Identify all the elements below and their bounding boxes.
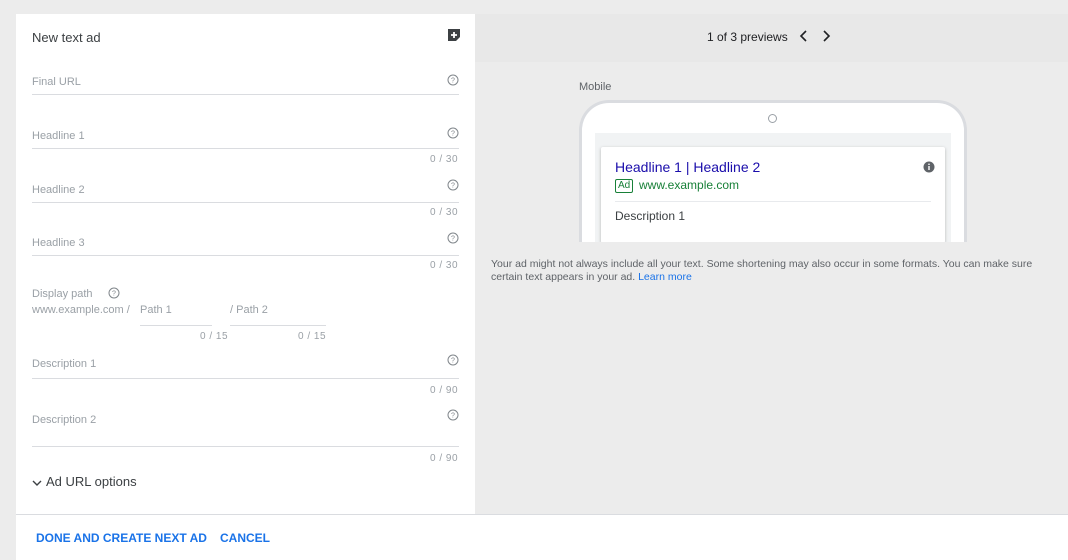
svg-text:?: ? [112, 291, 116, 298]
path2-counter: 0 / 15 [298, 331, 327, 342]
add-note-icon[interactable] [447, 28, 461, 42]
help-icon[interactable]: ? [447, 354, 459, 366]
description1-field[interactable]: Description 1 ? [32, 342, 459, 380]
ad-preview-description: Description 1 [615, 209, 686, 223]
headline2-underline [32, 202, 459, 203]
help-icon[interactable]: ? [447, 232, 459, 244]
phone-camera [768, 114, 777, 123]
svg-text:?: ? [451, 358, 455, 365]
description1-counter: 0 / 90 [430, 385, 459, 396]
phone-screen: Headline 1 | Headline 2 Ad www.example.c… [595, 133, 951, 242]
ad-preview-card: Headline 1 | Headline 2 Ad www.example.c… [601, 147, 945, 242]
final-url-underline [32, 94, 459, 95]
headline2-field[interactable]: Headline 2 ? [32, 176, 459, 204]
path1-input[interactable]: Path 1 [140, 302, 212, 326]
headline3-field[interactable]: Headline 3 ? [32, 229, 459, 257]
headline1-label: Headline 1 [32, 130, 85, 142]
ad-form-panel: New text ad Final URL ? Headline 1 ? 0 /… [16, 14, 475, 514]
headline3-counter: 0 / 30 [430, 260, 459, 271]
ad-url-options-toggle[interactable]: Ad URL options [32, 474, 137, 489]
headline1-counter: 0 / 30 [430, 154, 459, 165]
help-icon[interactable]: ? [447, 74, 459, 86]
chevron-down-icon [32, 480, 42, 486]
svg-text:?: ? [451, 183, 455, 190]
ad-divider [615, 201, 931, 202]
done-and-create-next-ad-button[interactable]: DONE AND CREATE NEXT AD [36, 531, 207, 545]
preview-panel: 1 of 3 previews Mobile Headline 1 | Head… [475, 14, 1068, 514]
svg-text:?: ? [451, 131, 455, 138]
ad-editor: New text ad Final URL ? Headline 1 ? 0 /… [16, 14, 1068, 560]
final-url-label: Final URL [32, 76, 81, 88]
path1-placeholder: Path 1 [140, 304, 172, 316]
ad-url-options-label: Ad URL options [46, 474, 137, 489]
headline3-label: Headline 3 [32, 237, 85, 249]
help-icon[interactable]: ? [447, 127, 459, 139]
description2-label: Description 2 [32, 414, 97, 426]
description1-label: Description 1 [32, 358, 97, 370]
path2-input[interactable]: / Path 2 [230, 302, 326, 326]
description1-underline [32, 378, 459, 379]
ad-preview-url: www.example.com [639, 178, 740, 192]
preview-disclaimer: Your ad might not always include all you… [491, 258, 1061, 284]
ad-preview-headline: Headline 1 | Headline 2 [615, 159, 761, 175]
display-path-label: Display path [32, 288, 93, 300]
help-icon[interactable]: ? [447, 409, 459, 421]
path1-counter: 0 / 15 [200, 331, 229, 342]
info-icon[interactable] [923, 161, 935, 173]
description2-underline [32, 446, 459, 447]
form-title: New text ad [32, 30, 101, 45]
mobile-label: Mobile [579, 81, 612, 93]
help-icon[interactable]: ? [108, 287, 120, 299]
preview-count: 1 of 3 previews [707, 30, 788, 44]
description2-field[interactable]: Description 2 ? [32, 406, 459, 448]
display-path-domain: www.example.com / [32, 304, 130, 316]
svg-text:?: ? [451, 413, 455, 420]
headline1-field[interactable]: Headline 1 ? [32, 122, 459, 150]
final-url-field[interactable]: Final URL ? [32, 70, 459, 96]
form-footer: DONE AND CREATE NEXT AD CANCEL [16, 514, 1068, 560]
path2-placeholder: / Path 2 [230, 304, 268, 316]
disclaimer-text: Your ad might not always include all you… [491, 258, 1033, 283]
help-icon[interactable]: ? [447, 179, 459, 191]
mobile-phone-frame: Headline 1 | Headline 2 Ad www.example.c… [579, 100, 967, 242]
headline2-counter: 0 / 30 [430, 207, 459, 218]
preview-header: 1 of 3 previews [475, 14, 1068, 62]
ad-badge: Ad [615, 179, 634, 193]
headline1-underline [32, 148, 459, 149]
chevron-left-icon[interactable] [797, 28, 811, 44]
description2-counter: 0 / 90 [430, 453, 459, 464]
cancel-button[interactable]: CANCEL [220, 531, 270, 545]
svg-text:?: ? [451, 236, 455, 243]
headline2-label: Headline 2 [32, 184, 85, 196]
learn-more-link[interactable]: Learn more [638, 271, 692, 283]
headline3-underline [32, 255, 459, 256]
svg-text:?: ? [451, 78, 455, 85]
chevron-right-icon[interactable] [819, 28, 833, 44]
